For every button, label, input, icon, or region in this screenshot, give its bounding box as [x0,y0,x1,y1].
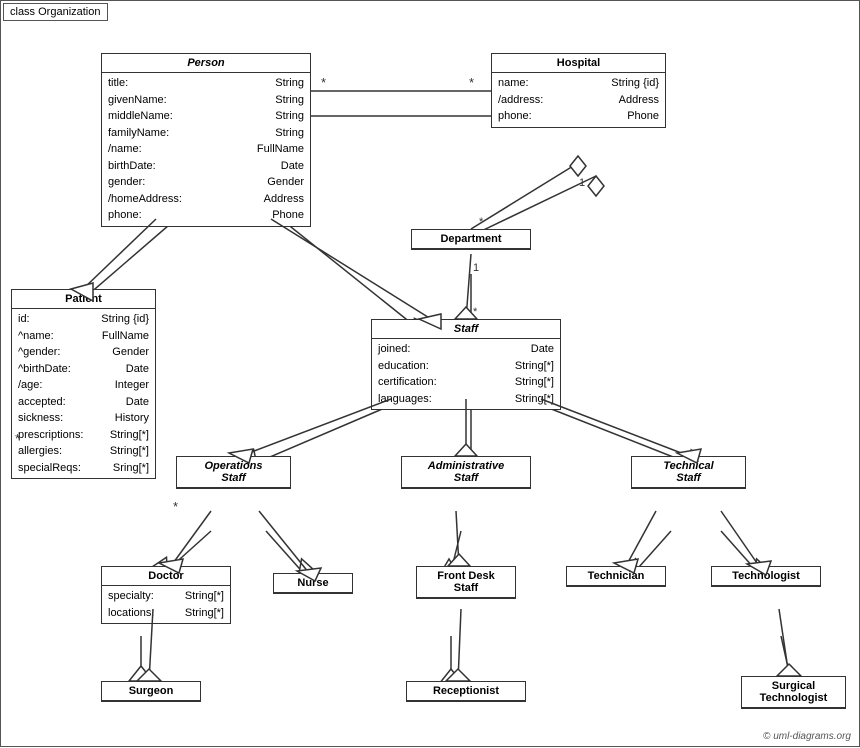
class-hospital-header: Hospital [492,54,665,73]
class-operations-staff: OperationsStaff [176,456,291,489]
class-operations-staff-header: OperationsStaff [177,457,290,488]
class-person-header: Person [102,54,310,73]
class-receptionist: Receptionist [406,681,526,702]
class-surgeon: Surgeon [101,681,201,702]
class-doctor-body: specialty:String[*] locations:String[*] [102,586,230,623]
svg-text:*: * [479,216,484,228]
class-doctor-header: Doctor [102,567,230,586]
class-administrative-staff: AdministrativeStaff [401,456,531,489]
class-technician-header: Technician [567,567,665,586]
class-staff: Staff joined:Date education:String[*] ce… [371,319,561,410]
class-front-desk-staff: Front DeskStaff [416,566,516,599]
class-staff-header: Staff [372,320,560,339]
class-hospital-body: name:String {id} /address:Address phone:… [492,73,665,127]
class-department-header: Department [412,230,530,249]
class-hospital: Hospital name:String {id} /address:Addre… [491,53,666,128]
class-person: Person title:String givenName:String mid… [101,53,311,227]
class-technologist-header: Technologist [712,567,820,586]
class-staff-body: joined:Date education:String[*] certific… [372,339,560,409]
class-technical-staff: TechnicalStaff [631,456,746,489]
uml-diagram: class Organization [0,0,860,747]
class-front-desk-staff-header: Front DeskStaff [417,567,515,598]
class-nurse-header: Nurse [274,574,352,593]
copyright: © uml-diagrams.org [763,731,851,742]
class-technical-staff-header: TechnicalStaff [632,457,745,488]
svg-text:*: * [469,75,474,90]
svg-text:1: 1 [579,177,585,189]
svg-text:*: * [321,75,326,90]
class-patient: Patient id:String {id} ^name:FullName ^g… [11,289,156,479]
class-technician: Technician [566,566,666,587]
svg-text:*: * [473,306,478,318]
class-surgical-technologist: SurgicalTechnologist [741,676,846,709]
class-patient-header: Patient [12,290,155,309]
class-department: Department [411,229,531,250]
class-person-body: title:String givenName:String middleName… [102,73,310,226]
class-receptionist-header: Receptionist [407,682,525,701]
class-patient-body: id:String {id} ^name:FullName ^gender:Ge… [12,309,155,478]
class-surgical-technologist-header: SurgicalTechnologist [742,677,845,708]
class-surgeon-header: Surgeon [102,682,200,701]
class-administrative-staff-header: AdministrativeStaff [402,457,530,488]
svg-text:1: 1 [473,262,479,274]
class-doctor: Doctor specialty:String[*] locations:Str… [101,566,231,624]
diagram-title: class Organization [3,3,108,21]
svg-text:*: * [173,499,178,514]
class-nurse: Nurse [273,573,353,594]
class-technologist: Technologist [711,566,821,587]
